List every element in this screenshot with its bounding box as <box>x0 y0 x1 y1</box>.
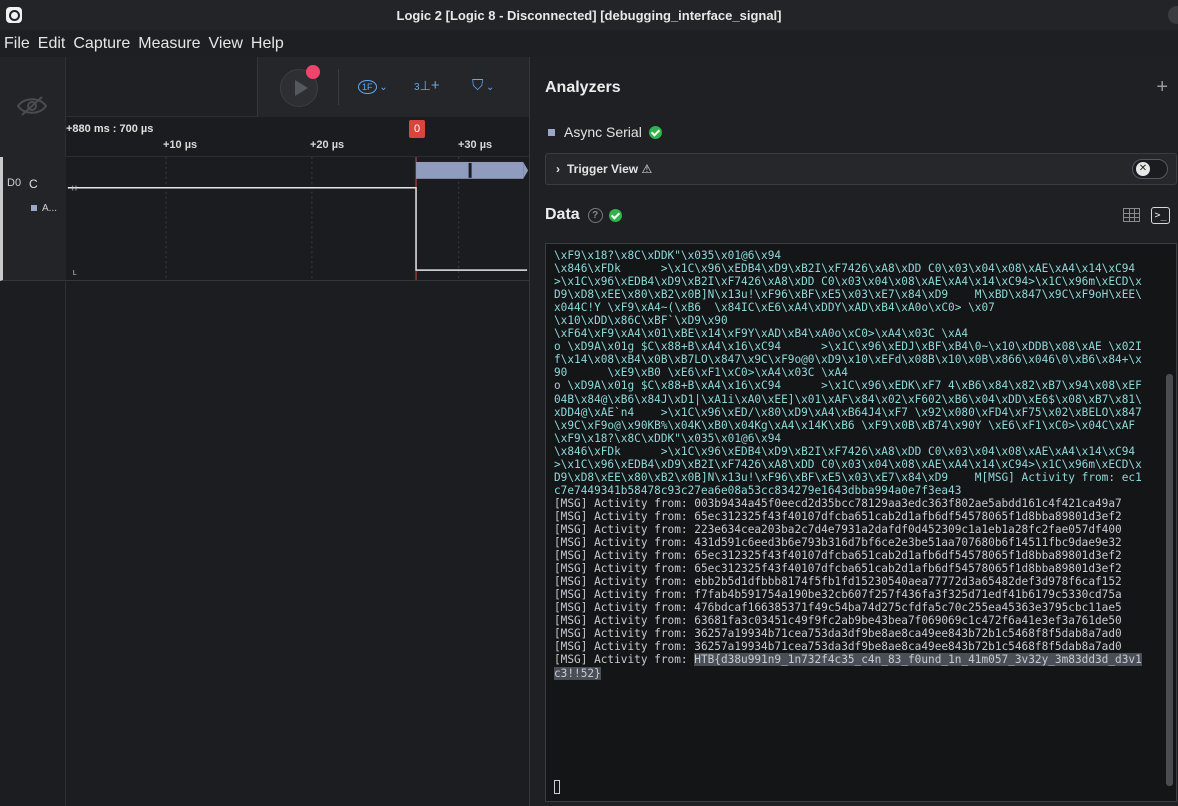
terminal-text: \xF9\x18?\x8C\xDDK"\x035\x01@6\x94 \x846\… <box>554 249 1159 680</box>
ruler-tick: +10 µs <box>163 139 198 151</box>
help-icon[interactable]: ? <box>587 207 603 223</box>
channel-d0-waveform[interactable]: H L <box>66 157 529 281</box>
terminal-view-icon[interactable]: >_ <box>1151 207 1170 224</box>
channel-name[interactable]: C <box>29 177 38 191</box>
analyzers-panel: Analyzers + Async Serial › Trigger View … <box>529 57 1178 806</box>
window-control-button[interactable] <box>1168 6 1178 24</box>
menu-file[interactable]: File <box>4 35 30 53</box>
menu-edit[interactable]: Edit <box>38 35 66 53</box>
terminal-line: xDD4@\xAE`n4 >\x1C\x96\xED/\x80\xD9\xA4\… <box>554 405 1142 419</box>
menu-view[interactable]: View <box>209 35 243 53</box>
low-level-label: L <box>73 270 77 277</box>
ruler-time-offset: +880 ms : 700 µs <box>66 123 154 135</box>
chevron-right-icon: › <box>556 162 560 176</box>
high-level-label: H <box>72 186 77 193</box>
analyzer-item-async-serial[interactable]: Async Serial <box>548 124 662 140</box>
terminal-line: c7e7449341b58478c93c27ea6e08a53cc834279e… <box>554 483 962 497</box>
timing-marker-0[interactable]: 0 <box>409 120 425 138</box>
terminal-line: \x10\xDD\x86C\xBF`\xD9\x90 <box>554 314 728 328</box>
terminal-line: \xF64\xF9\xA4\x01\xBE\x14\xF9Y\xAD\xB4\x… <box>554 327 969 341</box>
terminal-line: [MSG] Activity from: 65ec312325f43f40107… <box>554 549 1122 563</box>
terminal-line: \x846\xFDk >\x1C\x96\xEDB4\xD9\xB2I\xF74… <box>554 262 1136 276</box>
ruler-tick: +20 µs <box>310 139 345 151</box>
time-ruler: +880 ms : 700 µs +10 µs +20 µs +30 µs 0 <box>66 117 529 157</box>
terminal-line: x044C!Y \xF9\xA4~(\xB6 \x84IC\xE6\xA4\xD… <box>554 301 995 315</box>
terminal-line: >\x1C\x96\xEDB4\xD9\xB2I\xF7426\xA8\xDD … <box>554 457 1142 471</box>
terminal-line: [MSG] Activity from: 003b9434a45f0eecd2d… <box>554 496 1122 510</box>
terminal-line: \xF9\x18?\x8C\xDDK"\x035\x01@6\x94 <box>554 431 782 445</box>
terminal-output[interactable]: \xF9\x18?\x8C\xDDK"\x035\x01@6\x94 \x846\… <box>545 243 1177 802</box>
terminal-line: [MSG] Activity from: f7fab4b591754a190be… <box>554 588 1122 602</box>
measure-add-icon[interactable]: 3⊥+ <box>414 77 440 94</box>
trigger-settings-icon[interactable]: 1F ⌄ <box>358 77 388 94</box>
toolbar-divider <box>338 69 339 105</box>
recording-indicator <box>306 65 320 79</box>
title-bar: Logic 2 [Logic 8 - Disconnected] [debugg… <box>0 0 1178 30</box>
terminal-scrollbar[interactable] <box>1166 374 1173 786</box>
ruler-tick: +30 µs <box>458 139 493 151</box>
terminal-line: [MSG] Activity from: ebb2b5d1dfbbb8174f5… <box>554 575 1122 589</box>
eye-off-icon[interactable] <box>16 95 48 117</box>
terminal-line: f\x14\x08\xB4\x0B\xB7LO\x847\x9C\xF9o@0\… <box>554 353 1142 367</box>
terminal-line: [MSG] Activity from: 223e634cea203ba2c7d… <box>554 522 1122 536</box>
data-title: Data <box>545 206 580 223</box>
logic-app-icon <box>6 7 22 23</box>
terminal-line: [MSG] Activity from: 65ec312325f43f40107… <box>554 562 1122 576</box>
terminal-line: [MSG] Activity from: 36257a19934b71cea75… <box>554 627 1122 641</box>
check-circle-icon <box>648 125 662 139</box>
terminal-line: D9\xD8\xEE\x80\xB2\x0B]N\x13u!\xF96\xBF\… <box>554 288 1142 302</box>
trigger-view-toggle[interactable]: ✕ <box>1132 159 1168 179</box>
terminal-line: [MSG] Activity from: 63681fa3c03451c49f9… <box>554 614 1122 628</box>
terminal-line-flag: [MSG] Activity from: HTB{d38u991n9_1n732… <box>554 653 1142 667</box>
play-icon <box>295 80 308 96</box>
menu-capture[interactable]: Capture <box>73 35 130 53</box>
window-title: Logic 2 [Logic 8 - Disconnected] [debugg… <box>396 7 782 23</box>
selected-flag-text: HTB{d38u991n9_1n732f4c35_c4n_83_f0und_1n… <box>694 653 1142 667</box>
terminal-line: D9\xD8\xEE\x80\xB2\x0B]N\x13u!\xF96\xBF\… <box>554 470 1142 484</box>
channel-visibility-area <box>0 57 66 157</box>
terminal-line: [MSG] Activity from: 65ec312325f43f40107… <box>554 509 1122 523</box>
terminal-line: [MSG] Activity from: 431d591c6eed3b6e793… <box>554 536 1122 550</box>
add-analyzer-button[interactable]: + <box>1156 76 1168 99</box>
data-section-header: Data ? <box>545 206 622 224</box>
terminal-line: o \xD9A\x01g $C\x88+B\xA4\x16\xC94 >\x1C… <box>554 379 1142 393</box>
channel-analyzer-label: A... <box>31 203 57 214</box>
trigger-view-label: Trigger View ⚠ <box>567 162 653 176</box>
terminal-line: 04B\x84@\xB6\x84J\xD1|\xA1i\xA0\xEE]\x01… <box>554 392 1142 406</box>
menu-bar: File Edit Capture Measure View Help <box>0 30 1178 57</box>
terminal-line: \x9C\xF9o@\x90KB%\x04K\xB0\x04Kg\xA4\x14… <box>554 418 1136 432</box>
terminal-line: >\x1C\x96\xEDB4\xD9\xB2I\xF7426\xA8\xDD … <box>554 275 1142 289</box>
toggle-knob: ✕ <box>1136 162 1150 176</box>
terminal-line-flag-end: c3!!52} <box>554 666 601 680</box>
marker-filter-icon[interactable]: ⛉ ⌄ <box>472 77 494 94</box>
analyzers-title: Analyzers <box>545 79 621 96</box>
table-view-icon[interactable] <box>1123 208 1140 222</box>
menu-help[interactable]: Help <box>251 35 284 53</box>
terminal-line: o \xD9A\x01g $C\x88+B\xA4\x16\xC94 >\x1C… <box>554 340 1142 354</box>
capture-panel: 1F ⌄ 3⊥+ ⛉ ⌄ +880 ms : 700 µs +10 µs +20… <box>0 57 529 806</box>
terminal-line: 90 \xE9\xB0 \xE6\xF1\xC0>\xA4\x03C \xA4 <box>554 366 848 380</box>
analyzer-name: Async Serial <box>564 124 642 140</box>
terminal-line: \xF9\x18?\x8C\xDDK"\x035\x01@6\x94 <box>554 249 782 262</box>
channel-id: D0 <box>7 177 22 189</box>
channel-sidebar-empty <box>0 282 66 806</box>
terminal-line: [MSG] Activity from: 476bdcaf166385371f4… <box>554 601 1122 615</box>
terminal-line: \x846\xFDk >\x1C\x96\xEDB4\xD9\xB2I\xF74… <box>554 444 1136 458</box>
analyzer-color-swatch <box>548 128 555 136</box>
capture-toolbar: 1F ⌄ 3⊥+ ⛉ ⌄ <box>66 57 529 117</box>
channel-d0-header[interactable]: D0 C A... <box>0 157 66 281</box>
terminal-line: [MSG] Activity from: 36257a19934b71cea75… <box>554 640 1122 654</box>
menu-measure[interactable]: Measure <box>138 35 200 53</box>
trigger-view-section[interactable]: › Trigger View ⚠ ✕ <box>545 153 1177 185</box>
toolbar-group: 1F ⌄ 3⊥+ ⛉ ⌄ <box>257 57 529 117</box>
check-circle-icon <box>608 208 622 222</box>
terminal-cursor <box>554 780 560 794</box>
